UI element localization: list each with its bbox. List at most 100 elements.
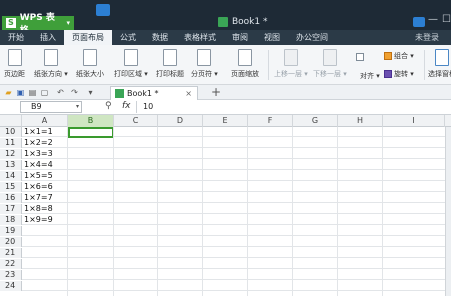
- ribbon-button-label: 分页符 ▾: [191, 70, 218, 78]
- login-status[interactable]: 未登录: [415, 30, 439, 45]
- rotate-icon: [384, 70, 392, 78]
- select-all-corner[interactable]: [0, 115, 22, 127]
- gridline: [382, 127, 383, 296]
- row-header[interactable]: 24: [0, 281, 22, 291]
- tab-menu-item[interactable]: 数据: [144, 30, 176, 45]
- align-button[interactable]: [356, 53, 364, 61]
- open-folder-icon[interactable]: ▰: [4, 88, 13, 97]
- add-tab-button[interactable]: +: [211, 85, 221, 99]
- cell-a[interactable]: 1×3=3: [24, 149, 53, 159]
- row-header[interactable]: 15: [0, 182, 22, 192]
- desktop-app-icon[interactable]: [96, 4, 110, 16]
- tab-menu-item[interactable]: 审阅: [224, 30, 256, 45]
- formula-input[interactable]: 10: [136, 101, 448, 113]
- document-title-text: Book1 *: [232, 17, 268, 27]
- align-label-button[interactable]: 对齐 ▾: [360, 71, 380, 81]
- cell-a[interactable]: 1×6=6: [24, 182, 53, 192]
- tab-menu-item[interactable]: 视图: [256, 30, 288, 45]
- ribbon-button[interactable]: 上移一层 ▾: [274, 49, 308, 79]
- cell-a[interactable]: 1×2=2: [24, 138, 53, 148]
- column-header[interactable]: I: [383, 115, 445, 127]
- tab-menu-item[interactable]: 页面布局: [64, 30, 112, 45]
- cell-a[interactable]: 1×5=5: [24, 171, 53, 181]
- selection-pane-button[interactable]: 选择窗格: [428, 49, 451, 79]
- page-layout-icon: [7, 49, 22, 66]
- row-header[interactable]: 22: [0, 259, 22, 269]
- rotate-button[interactable]: 旋转 ▾: [384, 69, 414, 79]
- row-header[interactable]: 16: [0, 193, 22, 203]
- spreadsheet-icon: [218, 17, 228, 27]
- row-header[interactable]: 10: [0, 127, 22, 137]
- row-header[interactable]: 18: [0, 215, 22, 225]
- row-header[interactable]: 21: [0, 248, 22, 258]
- print-icon[interactable]: ▤: [28, 88, 37, 97]
- gridline: [113, 127, 114, 296]
- magnifier-icon[interactable]: ⚲: [105, 101, 112, 111]
- ribbon-button[interactable]: 打印标题: [156, 49, 184, 79]
- wps-logo-icon: S: [6, 18, 16, 28]
- group-button[interactable]: 组合 ▾: [384, 51, 414, 61]
- gridline: [292, 127, 293, 296]
- ribbon-button-label: 打印区域 ▾: [114, 70, 148, 78]
- column-header[interactable]: A: [22, 115, 68, 127]
- name-box[interactable]: B9 ▾: [20, 101, 82, 113]
- ribbon-button[interactable]: 分页符 ▾: [191, 49, 218, 79]
- spreadsheet-grid[interactable]: ABCDEFGHI 10 1×1=1 11 1×2=2 12 1×3=3 13 1×4=4 14…: [0, 115, 451, 296]
- column-header[interactable]: D: [158, 115, 203, 127]
- tab-menu-item[interactable]: 公式: [112, 30, 144, 45]
- cell-a[interactable]: 1×9=9: [24, 215, 53, 225]
- row-header[interactable]: 11: [0, 138, 22, 148]
- spreadsheet-icon: [115, 89, 124, 98]
- ribbon-button[interactable]: 页面缩放: [231, 49, 259, 79]
- row-header[interactable]: 19: [0, 226, 22, 236]
- ribbon-button[interactable]: 纸张大小: [76, 49, 104, 79]
- ribbon-button[interactable]: 打印区域 ▾: [114, 49, 148, 79]
- redo-icon[interactable]: ↷: [70, 88, 79, 97]
- column-header[interactable]: F: [248, 115, 293, 127]
- print-preview-icon[interactable]: ▢: [40, 88, 49, 97]
- row-header[interactable]: 20: [0, 237, 22, 247]
- selection-pane-icon: [435, 49, 449, 66]
- column-header[interactable]: B: [68, 115, 114, 127]
- save-icon[interactable]: ▣: [16, 88, 25, 97]
- row-header[interactable]: 12: [0, 149, 22, 159]
- ribbon-separator: [268, 50, 269, 80]
- wps-app-menu-button[interactable]: S WPS 表格 ▾: [2, 13, 74, 36]
- column-header[interactable]: G: [293, 115, 338, 127]
- ribbon-button-label: 页边距: [4, 70, 25, 78]
- ribbon-button[interactable]: 页边距: [4, 49, 25, 79]
- close-tab-icon[interactable]: ×: [185, 89, 192, 98]
- fx-icon[interactable]: fx: [122, 101, 131, 111]
- cell-a[interactable]: 1×7=7: [24, 193, 53, 203]
- column-header[interactable]: C: [114, 115, 158, 127]
- tab-menu-item[interactable]: 插入: [32, 30, 64, 45]
- column-header[interactable]: E: [203, 115, 248, 127]
- row-header[interactable]: 23: [0, 270, 22, 280]
- maximize-button[interactable]: ☐: [442, 14, 451, 25]
- skin-icon[interactable]: [413, 17, 425, 27]
- row-header[interactable]: 14: [0, 171, 22, 181]
- row-header[interactable]: 13: [0, 160, 22, 170]
- tab-menu-item[interactable]: 表格样式: [176, 30, 224, 45]
- cell-a[interactable]: 1×8=8: [24, 204, 53, 214]
- align-icon: [356, 53, 364, 61]
- tab-menu-item[interactable]: 开始: [0, 30, 32, 45]
- tab-book1[interactable]: Book1 * ×: [110, 86, 198, 100]
- column-header[interactable]: H: [338, 115, 383, 127]
- page-layout-icon: [163, 49, 177, 66]
- selected-cell[interactable]: [68, 127, 114, 138]
- minimize-button[interactable]: —: [428, 14, 438, 25]
- page-layout-icon: [83, 49, 97, 66]
- cell-a[interactable]: 1×1=1: [24, 127, 53, 137]
- vertical-scrollbar[interactable]: [445, 127, 451, 296]
- cell-a[interactable]: 1×4=4: [24, 160, 53, 170]
- column-headers: ABCDEFGHI: [0, 115, 451, 127]
- customize-chevron-icon[interactable]: ▾: [86, 88, 95, 97]
- ribbon-button[interactable]: 下移一层 ▾: [313, 49, 347, 79]
- tab-menu-item[interactable]: 办公空间: [288, 30, 336, 45]
- chevron-down-icon[interactable]: ▾: [76, 102, 79, 112]
- ribbon-button[interactable]: 纸张方向 ▾: [34, 49, 68, 79]
- undo-icon[interactable]: ↶: [56, 88, 65, 97]
- row-header[interactable]: 17: [0, 204, 22, 214]
- ribbon-button-label: 纸张方向 ▾: [34, 70, 68, 78]
